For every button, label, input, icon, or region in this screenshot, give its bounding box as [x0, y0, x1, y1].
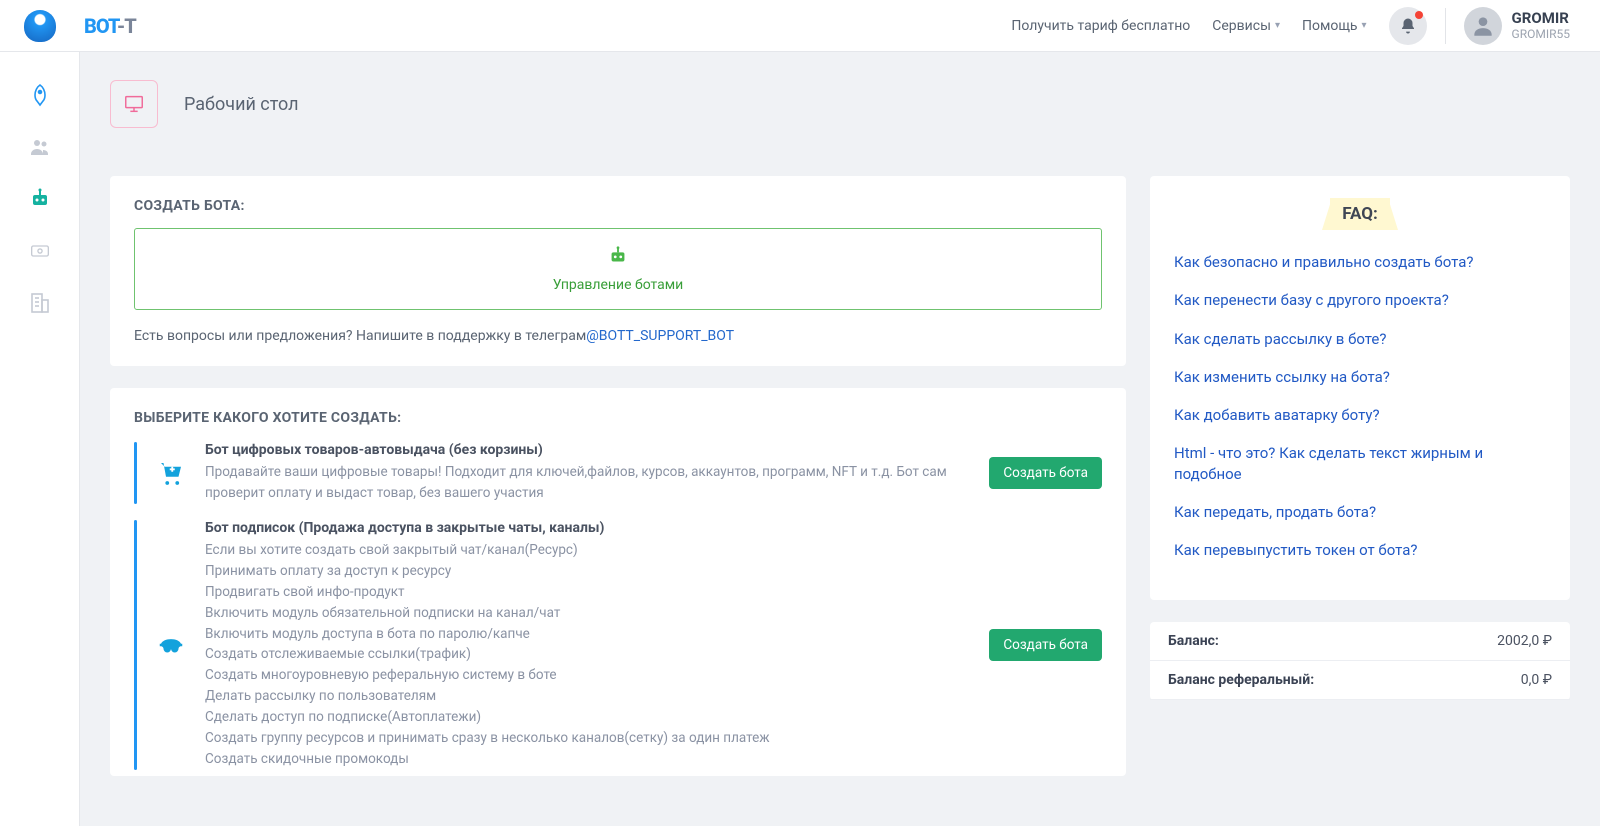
user-name: GROMIR — [1512, 10, 1570, 27]
manage-bots-label: Управление ботами — [151, 277, 1085, 293]
monitor-icon — [121, 93, 147, 115]
money-icon — [27, 241, 53, 261]
nav-services[interactable]: Сервисы▾ — [1212, 18, 1280, 34]
support-text: Есть вопросы или предложения? Напишите в… — [134, 328, 1102, 344]
bot-option-subscriptions: Бот подписок (Продажа доступа в закрытые… — [134, 520, 1102, 770]
faq-link[interactable]: Как перевыпустить токен от бота? — [1174, 540, 1546, 560]
users-icon — [27, 135, 53, 159]
faq-card: FAQ: Как безопасно и правильно создать б… — [1150, 176, 1570, 600]
nav-tariff[interactable]: Получить тариф бесплатно — [1011, 18, 1190, 34]
support-link[interactable]: @BOTT_SUPPORT_BOT — [586, 328, 734, 344]
content-area: Рабочий стол СОЗДАТЬ БОТА: Управление бо… — [80, 52, 1600, 826]
option-desc: Если вы хотите создать свой закрытый чат… — [205, 540, 989, 770]
logo[interactable] — [0, 10, 80, 42]
user-avatar[interactable] — [1464, 7, 1502, 45]
faq-heading: FAQ: — [1330, 198, 1390, 230]
page-title: Рабочий стол — [184, 94, 299, 115]
user-handle: GROMIR55 — [1512, 27, 1570, 41]
user-menu[interactable]: GROMIR GROMIR55 — [1512, 10, 1570, 41]
cart-icon — [156, 458, 186, 488]
option-title: Бот цифровых товаров-автовыдача (без кор… — [205, 442, 989, 458]
avatar-icon — [1470, 13, 1496, 39]
create-bot-heading: СОЗДАТЬ БОТА: — [134, 198, 1102, 214]
faq-link[interactable]: Как добавить аватарку боту? — [1174, 405, 1546, 425]
faq-link[interactable]: Как изменить ссылку на бота? — [1174, 367, 1546, 387]
choose-heading: ВЫБЕРИТЕ КАКОГО ХОТИТЕ СОЗДАТЬ: — [134, 410, 1102, 426]
sidebar-item-bots[interactable] — [25, 184, 55, 214]
bot-option-digital-goods: Бот цифровых товаров-автовыдача (без кор… — [134, 442, 1102, 504]
faq-link[interactable]: Как перенести базу с другого проекта? — [1174, 290, 1546, 310]
page-icon-box — [110, 80, 158, 128]
create-bot-button[interactable]: Создать бота — [989, 457, 1102, 489]
notifications-button[interactable] — [1389, 7, 1427, 45]
faq-link[interactable]: Как безопасно и правильно создать бота? — [1174, 252, 1546, 272]
choose-bot-card: ВЫБЕРИТЕ КАКОГО ХОТИТЕ СОЗДАТЬ: Бот цифр… — [110, 388, 1126, 776]
sidebar-item-dashboard[interactable] — [25, 80, 55, 110]
balance-row: Баланс:2002,0 ₽ — [1150, 622, 1570, 661]
sidebar-item-organization[interactable] — [25, 288, 55, 318]
divider — [1445, 8, 1446, 44]
manage-bots-button[interactable]: Управление ботами — [134, 228, 1102, 310]
spy-icon — [156, 630, 186, 660]
balance-card: Баланс:2002,0 ₽Баланс реферальный:0,0 ₽ — [1150, 622, 1570, 700]
robot-icon — [27, 187, 53, 211]
robot-icon — [605, 245, 631, 267]
building-icon — [28, 291, 52, 315]
logo-icon — [24, 10, 56, 42]
bell-icon — [1399, 17, 1417, 35]
faq-link[interactable]: Как сделать рассылку в боте? — [1174, 329, 1546, 349]
sidebar — [0, 52, 80, 826]
balance-row: Баланс реферальный:0,0 ₽ — [1150, 661, 1570, 700]
sidebar-item-payments[interactable] — [25, 236, 55, 266]
faq-link[interactable]: Как передать, продать бота? — [1174, 502, 1546, 522]
chevron-down-icon: ▾ — [1362, 20, 1367, 31]
top-header: BOT-T Получить тариф бесплатно Сервисы▾ … — [0, 0, 1600, 52]
page-header: Рабочий стол — [80, 52, 1600, 146]
notification-dot — [1415, 11, 1423, 19]
chevron-down-icon: ▾ — [1275, 20, 1280, 31]
create-bot-button[interactable]: Создать бота — [989, 629, 1102, 661]
nav-help[interactable]: Помощь▾ — [1302, 18, 1367, 34]
sidebar-item-users[interactable] — [25, 132, 55, 162]
option-title: Бот подписок (Продажа доступа в закрытые… — [205, 520, 989, 536]
logo-text: BOT-T — [84, 14, 136, 38]
rocket-icon — [28, 83, 52, 107]
option-desc: Продавайте ваши цифровые товары! Подходи… — [205, 462, 989, 504]
faq-link[interactable]: Html - что это? Как сделать текст жирным… — [1174, 443, 1546, 484]
create-bot-card: СОЗДАТЬ БОТА: Управление ботами Есть воп… — [110, 176, 1126, 366]
